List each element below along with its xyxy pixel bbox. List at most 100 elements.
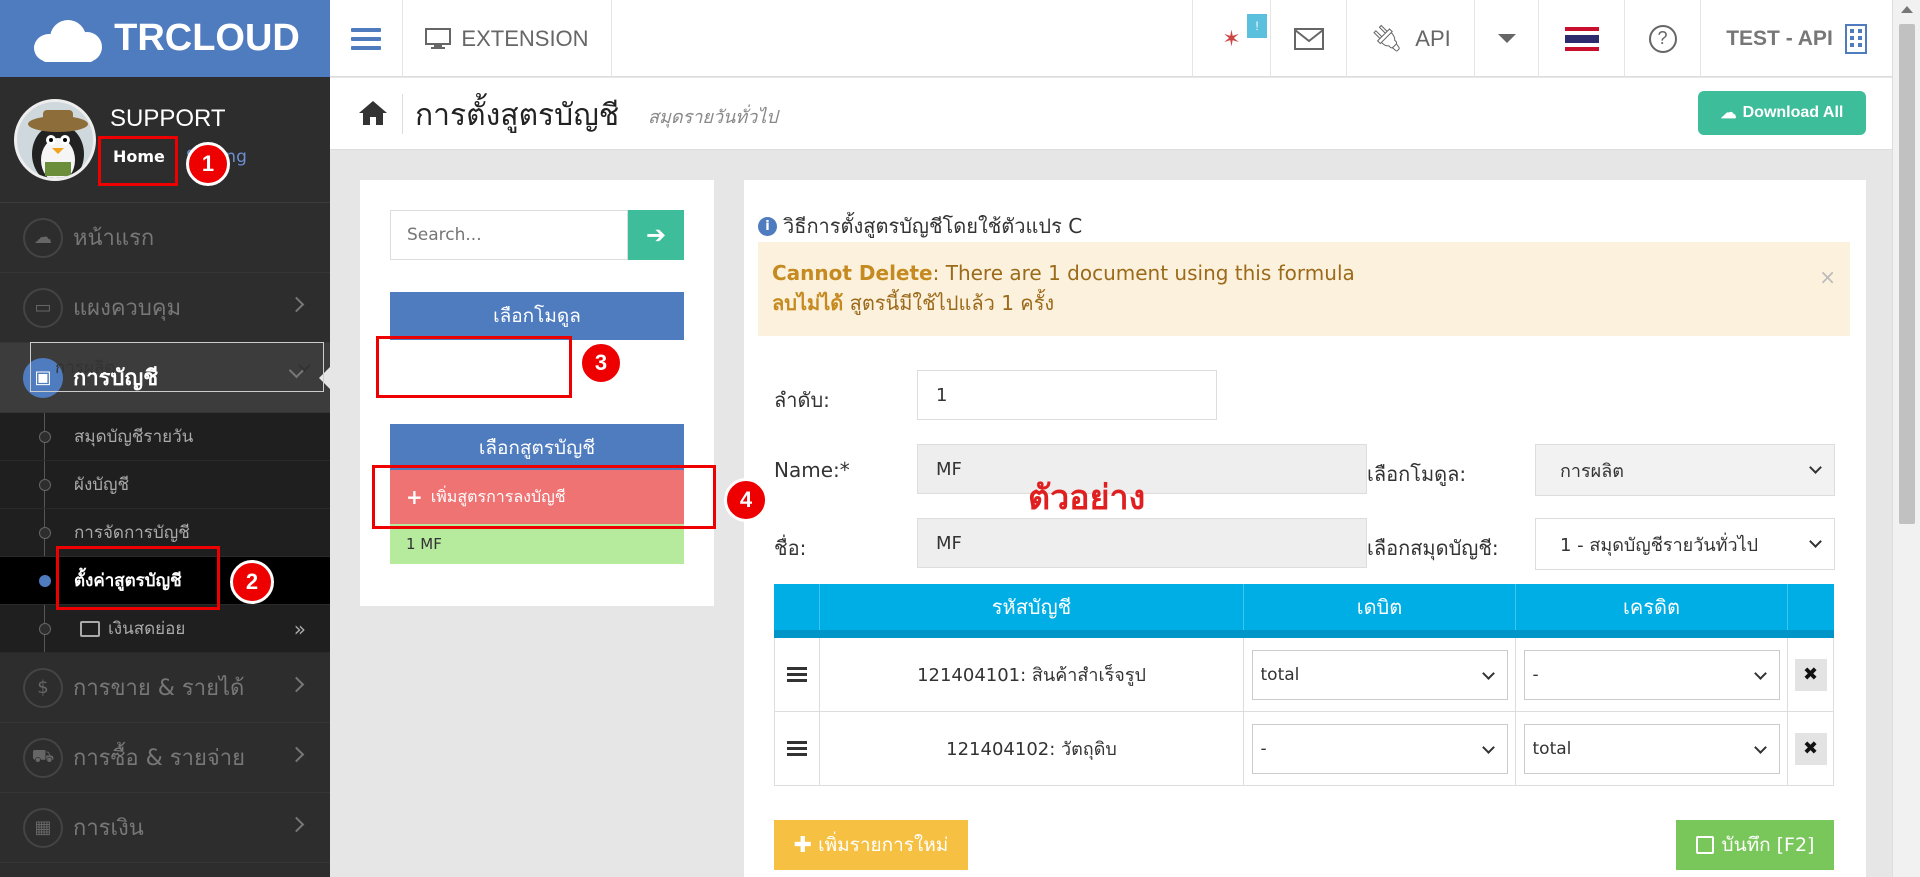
- subnav-item-account-management[interactable]: การจัดการบัญชี: [0, 509, 330, 557]
- chevron-right-icon: [288, 676, 305, 693]
- order-label: ลำดับ:: [774, 388, 830, 412]
- subnav-label: สมุดบัญชีรายวัน: [74, 427, 194, 447]
- dropdown-button[interactable]: [1474, 0, 1538, 77]
- plus-icon: +: [406, 485, 423, 509]
- logo-text: TRCLOUD: [114, 17, 300, 59]
- bars-icon: [787, 738, 807, 759]
- profile-name: SUPPORT: [110, 105, 226, 132]
- download-all-button[interactable]: ☁ Download All: [1698, 91, 1866, 135]
- cloud-download-icon: ☁: [1720, 105, 1737, 122]
- double-chevron-right-icon: »: [293, 617, 306, 641]
- alert-text-th: สูตรนี้มีใช้ไปแล้ว 1 ครั้ง: [843, 291, 1055, 315]
- search-button[interactable]: ➔: [628, 210, 684, 260]
- chevron-down-icon: [1481, 740, 1495, 754]
- bullet-icon: [39, 623, 51, 635]
- nav-item-sales[interactable]: $ การขาย & รายได้: [0, 653, 330, 723]
- language-button[interactable]: [1538, 0, 1624, 77]
- nav-label: การขาย & รายได้: [73, 676, 245, 701]
- formula-heading: เลือกสูตรบัญชี: [390, 424, 684, 472]
- credit-cell: total: [1516, 712, 1788, 785]
- save-button[interactable]: บันทึก [F2]: [1676, 820, 1834, 870]
- nav-label: การซื้อ & รายจ่าย: [73, 746, 245, 771]
- alert-text-en: : There are 1 document using this formul…: [932, 261, 1355, 285]
- module-select[interactable]: การผลิต: [30, 342, 324, 392]
- bullet-icon: [39, 479, 51, 491]
- scroll-thumb[interactable]: [1899, 24, 1915, 524]
- debit-select[interactable]: total: [1251, 649, 1508, 700]
- download-label: Download All: [1742, 104, 1844, 121]
- save-icon: [1695, 836, 1714, 854]
- logo[interactable]: TRCLOUD: [0, 0, 330, 77]
- module-field-value: การผลิต: [1560, 460, 1624, 482]
- help-link-label: วิธีการตั้งสูตรบัญชีโดยใช้ตัวแปร C: [783, 214, 1083, 238]
- nav-item-finance[interactable]: ▦ การเงิน: [0, 793, 330, 863]
- journal-label: เลือกสมุดบัญชี:: [1367, 536, 1499, 560]
- nav-item-dashboard[interactable]: ▭ แผงควบคุม: [0, 273, 330, 343]
- nav-item-purchases[interactable]: ⛟ การซื้อ & รายจ่าย: [0, 723, 330, 793]
- bullet-icon: [39, 527, 51, 539]
- table-row: 121404101: สินค้าสำเร็จรูป total - ✖: [774, 638, 1834, 712]
- user-menu-button[interactable]: TEST - API: [1700, 0, 1892, 77]
- subnav-item-formula-settings[interactable]: ตั้งค่าสูตรบัญชี: [0, 557, 330, 605]
- subnav-label: ตั้งค่าสูตรบัญชี: [74, 571, 182, 591]
- close-icon: ✖: [1802, 738, 1819, 759]
- credit-cell: -: [1516, 638, 1788, 711]
- module-field-label: เลือกโมดูล:: [1367, 462, 1467, 486]
- nav-label: การเงิน: [73, 816, 144, 841]
- debit-value: -: [1260, 738, 1267, 759]
- divider: [402, 94, 403, 134]
- add-row-label: เพิ่มรายการใหม่: [818, 834, 949, 856]
- add-row-button[interactable]: ✚ เพิ่มรายการใหม่: [774, 820, 968, 870]
- thai-name-input[interactable]: MF: [917, 518, 1367, 568]
- page-title: การตั้งสูตรบัญชี: [415, 98, 620, 133]
- menu-toggle-button[interactable]: [330, 0, 402, 77]
- subnav-item-journal[interactable]: สมุดบัญชีรายวัน: [0, 413, 330, 461]
- subnav-item-petty-cash[interactable]: เงินสดย่อย »: [0, 605, 330, 653]
- alert-title-th: ลบไม่ได้: [772, 291, 844, 315]
- debit-select[interactable]: -: [1251, 723, 1508, 774]
- thai-flag-icon: [1564, 26, 1599, 51]
- avatar[interactable]: [14, 99, 96, 181]
- celebration-button[interactable]: ✶ !: [1192, 0, 1270, 77]
- subnav-item-chart-of-accounts[interactable]: ผังบัญชี: [0, 461, 330, 509]
- subnav-label: เงินสดย่อย: [108, 619, 186, 639]
- home-icon[interactable]: [358, 100, 388, 126]
- home-link[interactable]: Home: [113, 147, 165, 166]
- extension-button[interactable]: EXTENSION: [402, 0, 612, 77]
- delete-row-button[interactable]: ✖: [1794, 732, 1827, 765]
- close-icon[interactable]: ×: [1819, 262, 1836, 292]
- delete-cell: ✖: [1788, 712, 1833, 785]
- delete-row-button[interactable]: ✖: [1794, 658, 1827, 691]
- annotation-number: 4: [724, 478, 768, 522]
- page-header: การตั้งสูตรบัญชี สมุดรายวันทั่วไป ☁ Down…: [330, 78, 1892, 150]
- drag-handle[interactable]: [775, 712, 820, 785]
- credit-select[interactable]: total: [1523, 723, 1780, 774]
- journal-select[interactable]: 1 - สมุดบัญชีรายวันทั่วไป: [1535, 518, 1835, 570]
- drag-handle[interactable]: [775, 638, 820, 711]
- page-scrollbar[interactable]: [1892, 0, 1920, 877]
- account-cell: 121404102: วัตถุดิบ: [820, 712, 1244, 785]
- nav-item-home[interactable]: ☁ หน้าแรก: [0, 203, 330, 273]
- formula-list-item[interactable]: 1 MF: [390, 524, 684, 564]
- warning-alert: Cannot Delete: There are 1 document usin…: [758, 242, 1850, 336]
- search-input[interactable]: [390, 210, 628, 260]
- order-input[interactable]: 1: [917, 370, 1217, 420]
- chevron-down-icon: [1753, 740, 1767, 754]
- module-field-select[interactable]: การผลิต: [1535, 444, 1835, 496]
- debit-cell: -: [1244, 712, 1516, 785]
- monitor-icon: ▭: [23, 287, 63, 328]
- monitor-icon: [425, 27, 452, 49]
- help-link[interactable]: i วิธีการตั้งสูตรบัญชีโดยใช้ตัวแปร C: [758, 210, 1082, 242]
- credit-value: -: [1532, 664, 1539, 685]
- module-heading: เลือกโมดูล: [390, 292, 684, 340]
- mail-button[interactable]: [1270, 0, 1346, 77]
- scroll-up-arrow-icon[interactable]: [1901, 6, 1913, 13]
- credit-select[interactable]: -: [1523, 649, 1780, 700]
- help-button[interactable]: ?: [1624, 0, 1700, 77]
- annotation-number: 3: [579, 341, 623, 385]
- hamburger-icon: [351, 23, 381, 55]
- journal-select-value: 1 - สมุดบัญชีรายวันทั่วไป: [1560, 534, 1759, 556]
- api-button[interactable]: 🔌︎ API: [1346, 0, 1474, 77]
- module-select-value: การผลิต: [55, 357, 116, 378]
- add-formula-button[interactable]: + เพิ่มสูตรการลงบัญชี: [390, 470, 684, 524]
